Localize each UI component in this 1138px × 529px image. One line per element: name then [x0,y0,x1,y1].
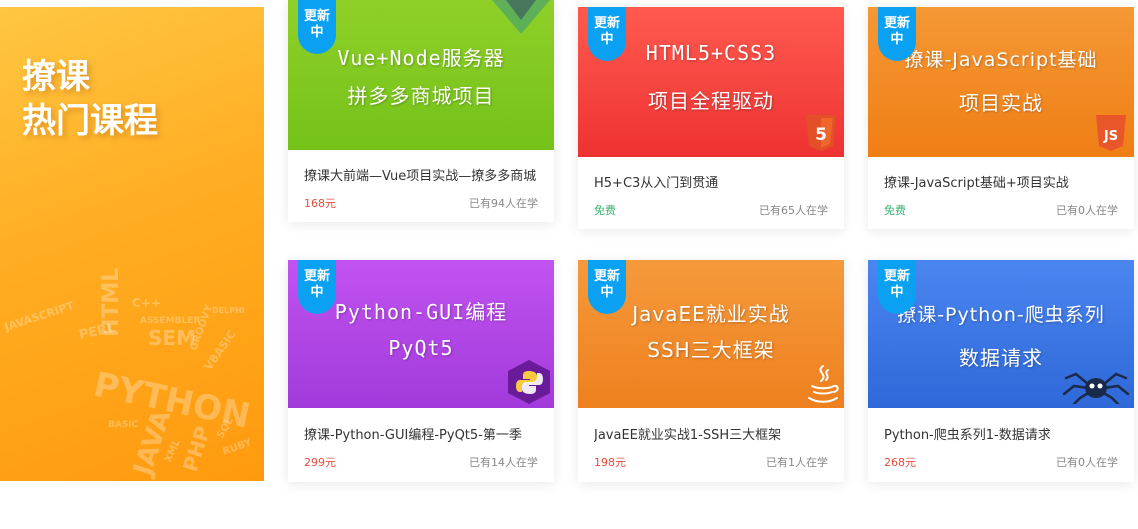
course-learners: 已有0人在学 [1056,204,1118,217]
course-learners: 已有14人在学 [469,456,538,469]
course-price: 免费 [884,204,906,217]
course-price: 免费 [594,204,616,217]
updating-badge: 更新中 [588,260,626,314]
course-card-javascript[interactable]: 撩课-JavaScript基础 项目实战 JS 更新中 撩课-JavaScrip… [868,7,1134,229]
vue-logo-icon [492,0,550,34]
course-learners: 已有0人在学 [1056,456,1118,469]
word-delphi: DELPHI [212,306,245,315]
course-title[interactable]: JavaEE就业实战1-SSH三大框架 [594,424,830,443]
word-vbasic: VBASIC [202,328,239,373]
spider-logo-icon [1062,372,1130,404]
course-title[interactable]: H5+C3从入门到贯通 [594,172,830,191]
word-basic: BASIC [108,420,139,430]
promo-banner[interactable]: 撩课 热门课程 JAVASCRIPT HTML C++ PERL SEM PYT… [0,7,264,481]
course-card-vue[interactable]: Vue+Node服务器 拼多多商城项目 更新中 撩课大前端—Vue项目实战—撩多… [288,0,554,222]
word-cpp: C++ [132,296,161,310]
course-learners: 已有94人在学 [469,197,538,210]
word-javascript: JAVASCRIPT [2,299,76,334]
course-title[interactable]: 撩课大前端—Vue项目实战—撩多多商城 [304,165,540,184]
thumb-line-2: 项目全程驱动 [648,89,774,113]
html5-logo-icon: 5 [806,115,836,151]
svg-text:JS: JS [1103,129,1118,144]
course-learners: 已有65人在学 [759,204,828,217]
word-assembler: ASSEMBLER [140,316,200,326]
course-title[interactable]: 撩课-JavaScript基础+项目实战 [884,172,1120,191]
updating-badge: 更新中 [878,7,916,61]
course-card-javaee[interactable]: JavaEE就业实战 SSH三大框架 更新中 JavaEE就业实战1-SSH三大… [578,260,844,482]
thumb-line-2: PyQt5 [388,336,454,360]
course-card-spider[interactable]: 撩课-Python-爬虫系列 数据请求 更新中 Python-爬虫系列1-数据请… [868,260,1134,482]
updating-badge: 更新中 [298,260,336,314]
course-price: 268元 [884,456,916,469]
updating-badge: 更新中 [298,0,336,54]
course-price: 299元 [304,456,336,469]
promo-title: 撩课 热门课程 [22,55,158,143]
course-title[interactable]: 撩课-Python-GUI编程-PyQt5-第一季 [304,424,540,443]
python-logo-icon [508,360,550,404]
language-word-cloud: JAVASCRIPT HTML C++ PERL SEM PYTHON ASSE… [2,268,254,481]
updating-badge: 更新中 [878,260,916,314]
course-learners: 已有1人在学 [766,456,828,469]
thumb-line-2: 项目实战 [959,91,1043,115]
course-card-pyqt[interactable]: Python-GUI编程 PyQt5 更新中 撩课-Python-GUI编程-P… [288,260,554,482]
thumb-line-2: 拼多多商城项目 [347,84,495,108]
course-price: 198元 [594,456,626,469]
js-logo-icon: JS [1096,115,1126,151]
word-php: PHP [178,423,215,474]
word-perl: PERL [78,321,117,343]
updating-badge: 更新中 [588,7,626,61]
promo-title-line2: 热门课程 [22,101,158,141]
course-title[interactable]: Python-爬虫系列1-数据请求 [884,424,1120,443]
thumb-line-2: SSH三大框架 [647,338,775,362]
svg-text:5: 5 [815,125,827,145]
java-logo-icon [808,365,839,403]
course-card-html5[interactable]: HTML5+CSS3 项目全程驱动 5 更新中 H5+C3从入门到贯通 免费 已… [578,7,844,229]
promo-title-line1: 撩课 [22,57,90,97]
course-price: 168元 [304,197,336,210]
word-ruby: RUBY [221,437,254,458]
